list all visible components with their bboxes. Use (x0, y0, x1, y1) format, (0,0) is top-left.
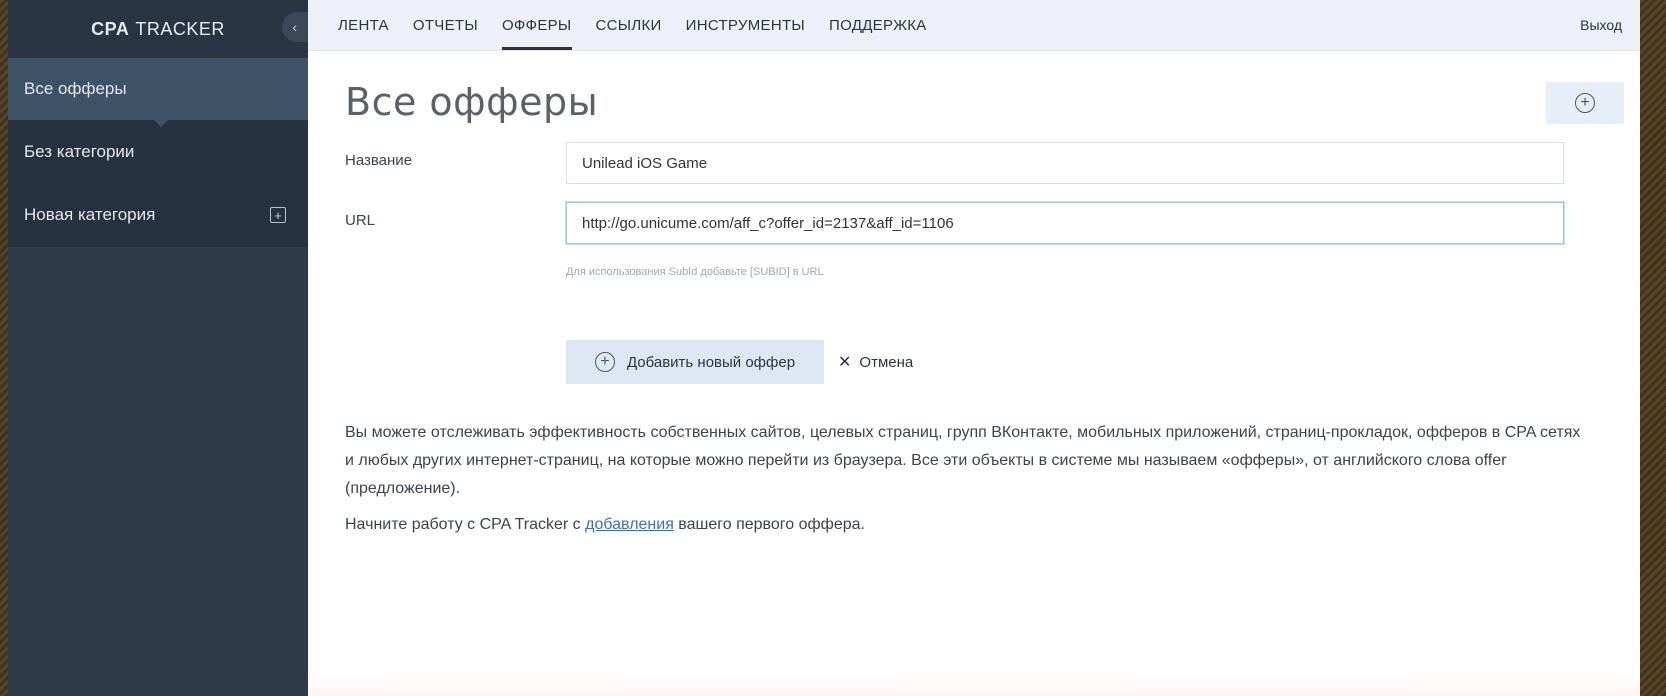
sidebar-item-label: Без категории (24, 142, 135, 161)
circle-plus-icon: + (594, 352, 615, 372)
add-new-offer-button[interactable]: + Добавить новый оффер (566, 340, 824, 384)
add-new-offer-label: Добавить новый оффер (626, 353, 796, 371)
sidebar-item-new-category[interactable]: Новая категория + (8, 184, 308, 247)
offer-url-input[interactable] (566, 202, 1564, 244)
brand-strong: CPA (91, 18, 130, 39)
close-icon: ✕ (838, 354, 852, 371)
url-hint: Для использования SubId добавьте [SUBID]… (566, 266, 824, 278)
tab-links[interactable]: ССЫЛКИ (596, 0, 662, 50)
sidebar: CPA TRACKER ‹ Все офферы Без категории Н… (8, 0, 308, 696)
main-content: ЛЕНТА ОТЧЕТЫ ОФФЕРЫ ССЫЛКИ ИНСТРУМЕНТЫ П… (308, 0, 1640, 696)
url-label: URL (345, 212, 376, 229)
bottom-fade (308, 672, 1640, 696)
cancel-button[interactable]: ✕ Отмена (838, 340, 913, 384)
name-label: Название (345, 152, 413, 169)
plus-square-icon[interactable]: + (270, 207, 286, 223)
brand-rest: TRACKER (135, 18, 225, 39)
cta-paragraph: Начните работу с CPA Tracker с добавлени… (345, 512, 1545, 538)
logout-link[interactable]: Выход (1580, 0, 1622, 50)
sidebar-item-all-offers[interactable]: Все офферы (8, 58, 308, 127)
tab-offers[interactable]: ОФФЕРЫ (501, 0, 572, 50)
add-offer-link[interactable]: добавления (585, 516, 674, 533)
sidebar-item-label: Все офферы (24, 79, 127, 98)
chevron-left-icon[interactable]: ‹ (282, 12, 308, 42)
sidebar-item-label: Новая категория (24, 205, 156, 224)
tab-feed[interactable]: ЛЕНТА (338, 0, 389, 50)
tab-tools[interactable]: ИНСТРУМЕНТЫ (686, 0, 805, 50)
tab-reports[interactable]: ОТЧЕТЫ (413, 0, 478, 50)
cancel-label: Отмена (859, 353, 914, 371)
add-offer-button[interactable]: + (1546, 82, 1624, 124)
info-paragraph: Вы можете отслеживать эффективность собс… (345, 424, 1581, 497)
cta-text-before: Начните работу с CPA Tracker с (345, 516, 586, 533)
brand-logo[interactable]: CPA TRACKER ‹ (8, 0, 308, 58)
offer-name-input[interactable] (566, 142, 1564, 184)
cta-text-after: вашего первого оффера. (673, 516, 865, 533)
sidebar-item-uncategorized[interactable]: Без категории (8, 121, 308, 184)
circle-plus-icon: + (1575, 93, 1595, 113)
desktop-edge-right (1640, 0, 1666, 696)
page-title: Все офферы (345, 80, 599, 124)
tab-support[interactable]: ПОДДЕРЖКА (829, 0, 927, 50)
top-navigation: ЛЕНТА ОТЧЕТЫ ОФФЕРЫ ССЫЛКИ ИНСТРУМЕНТЫ П… (308, 0, 1640, 51)
desktop-edge-left (0, 0, 8, 696)
